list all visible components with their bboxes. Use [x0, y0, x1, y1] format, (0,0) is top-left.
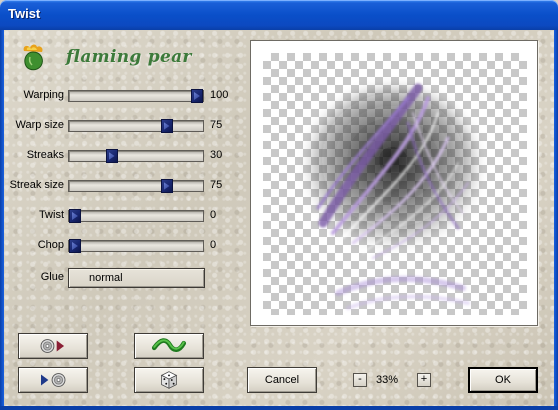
dialog-body: flaming pear Warping 100 Warp size 75 Streak…: [4, 30, 554, 406]
twist-preview-image: [308, 83, 478, 310]
slider-row-twist: Twist 0: [4, 206, 244, 226]
slider-thumb[interactable]: [69, 209, 81, 223]
slider-value: 0: [210, 239, 217, 251]
dice-icon: [160, 371, 178, 389]
save-preset-button[interactable]: [18, 367, 88, 393]
slider-track[interactable]: [68, 119, 204, 133]
slider-row-warping: Warping 100: [4, 86, 244, 106]
ok-button[interactable]: OK: [468, 367, 538, 393]
window-title: Twist: [8, 6, 41, 21]
slider-label: Chop: [37, 239, 64, 251]
slider-thumb[interactable]: [160, 119, 173, 133]
window-frame-right: [554, 30, 558, 410]
slider-label: Streak size: [9, 179, 64, 191]
zoom-out-button[interactable]: -: [353, 373, 367, 387]
random-button[interactable]: [134, 367, 204, 393]
slider-label: Streaks: [26, 149, 64, 161]
slider-thumb[interactable]: [191, 89, 203, 103]
zoom-in-button[interactable]: +: [417, 373, 431, 387]
slider-track[interactable]: [68, 179, 204, 193]
flaming-pear-icon: [23, 44, 43, 71]
slider-thumb[interactable]: [160, 179, 173, 193]
arrow-disc-save-icon: [41, 373, 66, 387]
preview-canvas[interactable]: [263, 53, 527, 315]
slider-track[interactable]: [68, 149, 204, 163]
slider-track[interactable]: [68, 239, 204, 253]
load-preset-button[interactable]: [18, 333, 88, 359]
slider-value: 75: [210, 119, 223, 131]
glue-mode-value: normal: [89, 272, 123, 284]
green-wave-icon: [151, 338, 187, 352]
slider-value: 0: [210, 209, 217, 221]
slider-track[interactable]: [68, 209, 204, 223]
slider-label: Twist: [38, 209, 64, 221]
slider-label: Warp size: [15, 119, 65, 131]
slider-label: Warping: [23, 89, 64, 101]
slider-thumb[interactable]: [69, 239, 81, 253]
cancel-button[interactable]: Cancel: [247, 367, 317, 393]
slider-value: 30: [210, 149, 223, 161]
disc-arrow-load-icon: [40, 339, 65, 353]
glue-row: Glue normal: [4, 268, 244, 288]
slider-row-streak-size: Streak size 75: [4, 176, 244, 196]
window-frame-bottom: [0, 406, 558, 410]
glue-label: Glue: [40, 271, 64, 283]
zoom-level: 33%: [376, 374, 399, 386]
brand-name: flaming pear: [66, 47, 192, 67]
slider-value: 100: [210, 89, 229, 101]
title-bar[interactable]: Twist: [0, 0, 558, 30]
flaming-pear-logo: flaming pear: [18, 42, 198, 74]
slider-thumb[interactable]: [105, 149, 118, 163]
preview-panel[interactable]: [250, 40, 538, 326]
slider-value: 75: [210, 179, 223, 191]
glue-mode-select[interactable]: normal: [68, 268, 205, 288]
wave-button[interactable]: [134, 333, 204, 359]
slider-row-streaks: Streaks 30: [4, 146, 244, 166]
slider-row-chop: Chop 0: [4, 236, 244, 256]
slider-row-warp-size: Warp size 75: [4, 116, 244, 136]
slider-track[interactable]: [68, 89, 204, 103]
